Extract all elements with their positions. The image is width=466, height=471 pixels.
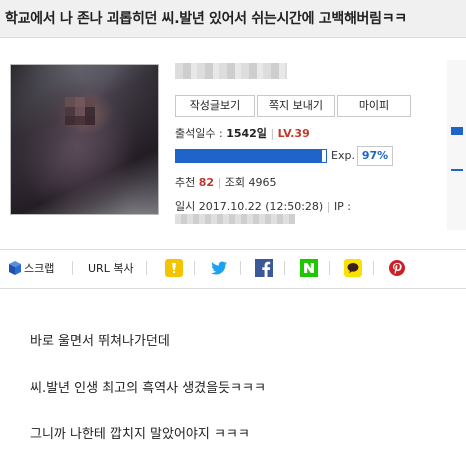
exp-percent: 97% (357, 146, 393, 166)
author-name-blurred[interactable] (175, 63, 287, 79)
attendance-label: 출석일수 : (175, 127, 223, 140)
divider: | (217, 176, 222, 189)
mypage-button[interactable]: 마이피 (337, 95, 411, 117)
level-badge: LV.39 (277, 127, 310, 140)
ip-label: IP : (333, 200, 352, 213)
content-line: 그니까 나한테 깝치지 말았어야지 ㅋㅋㅋ (30, 427, 250, 442)
view-posts-button[interactable]: 작성글보기 (175, 95, 255, 117)
kakaostory-icon[interactable] (165, 259, 183, 277)
divider (146, 261, 147, 275)
url-copy-button[interactable]: URL 복사 (88, 261, 134, 277)
content-line: 씨.발년 인생 최고의 흑역사 생겼을듯ㅋㅋㅋ (30, 381, 266, 396)
recommend-label: 추천 (175, 176, 196, 189)
author-avatar[interactable] (10, 64, 159, 215)
attendance-value: 1542일 (226, 127, 267, 140)
date-row: 일시 2017.10.22 (12:50:28) | IP : (175, 198, 351, 214)
side-scrollbar-marker (451, 169, 463, 171)
post-date: 2017.10.22 (12:50:28) (198, 200, 324, 213)
divider: | (270, 127, 275, 140)
exp-progress-bar (175, 149, 327, 163)
facebook-icon[interactable] (255, 259, 273, 277)
divider (373, 261, 374, 275)
divider: | (326, 200, 331, 213)
naver-icon[interactable] (300, 259, 318, 277)
ip-blurred (175, 214, 295, 224)
exp-label: Exp. (331, 149, 355, 162)
divider (240, 261, 241, 275)
scrap-cube-icon (9, 261, 21, 275)
post-title-bar: 학교에서 나 존나 괴롭히던 씨.발년 있어서 쉬는시간에 고백해버림ㅋㅋ (0, 0, 466, 38)
share-toolbar: 스크랩 URL 복사 (0, 249, 466, 289)
recommend-count: 82 (198, 176, 215, 189)
avatar-shading (11, 65, 158, 214)
post-title: 학교에서 나 존나 괴롭히던 씨.발년 있어서 쉬는시간에 고백해버림ㅋㅋ (5, 11, 407, 27)
date-label: 일시 (175, 200, 196, 213)
send-message-button[interactable]: 쪽지 보내기 (257, 95, 335, 117)
divider (329, 261, 330, 275)
views-count: 4965 (248, 176, 277, 189)
side-scrollbar-thumb[interactable] (451, 127, 463, 135)
scrap-button[interactable]: 스크랩 (24, 261, 54, 277)
divider (72, 261, 73, 275)
views-label: 조회 (224, 176, 246, 189)
stats-row: 추천 82 | 조회 4965 (175, 174, 277, 190)
kakaotalk-icon[interactable] (344, 259, 362, 277)
divider (194, 261, 195, 275)
pinterest-icon[interactable] (388, 259, 406, 277)
exp-progress-fill (176, 150, 322, 162)
attendance-row: 출석일수 : 1542일 | LV.39 (175, 125, 310, 141)
divider (284, 261, 285, 275)
twitter-icon[interactable] (210, 259, 228, 277)
content-line: 바로 울면서 뛰쳐나가던데 (30, 334, 170, 349)
avatar-censor-mosaic (65, 97, 95, 125)
side-scrollbar[interactable] (447, 60, 466, 230)
